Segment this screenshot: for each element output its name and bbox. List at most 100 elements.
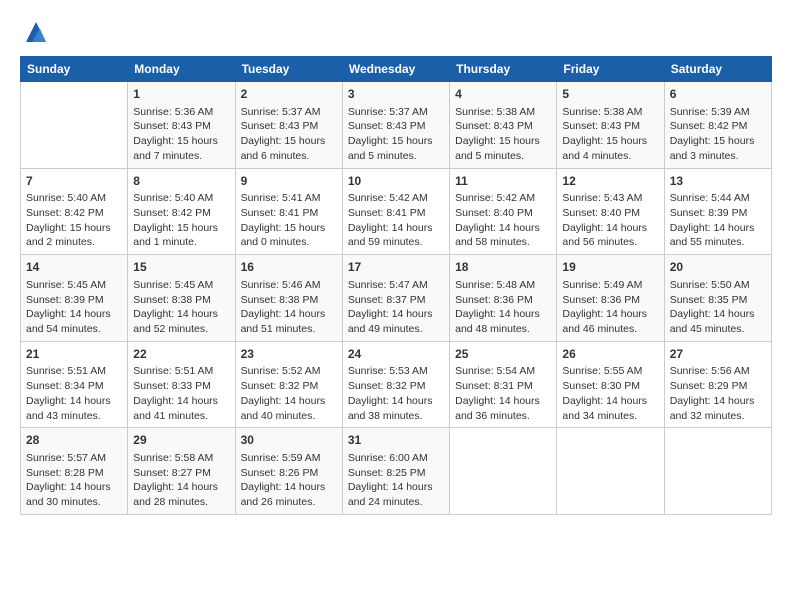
day-number: 29 [133,432,229,449]
calendar-cell: 19Sunrise: 5:49 AMSunset: 8:36 PMDayligh… [557,255,664,342]
header-cell-wednesday: Wednesday [342,57,449,82]
calendar-header: SundayMondayTuesdayWednesdayThursdayFrid… [21,57,772,82]
day-info: Daylight: 14 hours [133,307,229,322]
day-info: Daylight: 15 hours [241,134,337,149]
calendar-cell: 11Sunrise: 5:42 AMSunset: 8:40 PMDayligh… [450,168,557,255]
day-info: and 51 minutes. [241,322,337,337]
calendar-cell: 17Sunrise: 5:47 AMSunset: 8:37 PMDayligh… [342,255,449,342]
day-info: Sunset: 8:39 PM [670,206,766,221]
calendar-cell: 21Sunrise: 5:51 AMSunset: 8:34 PMDayligh… [21,341,128,428]
day-info: and 28 minutes. [133,495,229,510]
day-number: 14 [26,259,122,276]
header-cell-monday: Monday [128,57,235,82]
day-info: Daylight: 14 hours [348,307,444,322]
day-info: Sunrise: 6:00 AM [348,451,444,466]
calendar-cell: 3Sunrise: 5:37 AMSunset: 8:43 PMDaylight… [342,82,449,169]
day-info: Daylight: 14 hours [670,394,766,409]
day-info: and 24 minutes. [348,495,444,510]
day-info: Daylight: 15 hours [241,221,337,236]
day-info: Sunset: 8:26 PM [241,466,337,481]
day-info: Sunrise: 5:55 AM [562,364,658,379]
day-info: Sunset: 8:43 PM [133,119,229,134]
day-number: 31 [348,432,444,449]
day-info: Sunset: 8:42 PM [26,206,122,221]
calendar-cell: 10Sunrise: 5:42 AMSunset: 8:41 PMDayligh… [342,168,449,255]
day-info: Sunset: 8:32 PM [348,379,444,394]
day-number: 15 [133,259,229,276]
day-number: 9 [241,173,337,190]
day-info: Daylight: 14 hours [455,307,551,322]
day-number: 8 [133,173,229,190]
calendar-cell [21,82,128,169]
calendar-cell: 24Sunrise: 5:53 AMSunset: 8:32 PMDayligh… [342,341,449,428]
day-info: Sunrise: 5:57 AM [26,451,122,466]
calendar-cell: 27Sunrise: 5:56 AMSunset: 8:29 PMDayligh… [664,341,771,428]
day-number: 22 [133,346,229,363]
day-info: Sunrise: 5:37 AM [348,105,444,120]
day-info: Sunset: 8:43 PM [562,119,658,134]
day-info: Daylight: 14 hours [455,394,551,409]
day-info: Sunset: 8:34 PM [26,379,122,394]
day-info: and 45 minutes. [670,322,766,337]
calendar-cell: 7Sunrise: 5:40 AMSunset: 8:42 PMDaylight… [21,168,128,255]
day-info: Sunrise: 5:38 AM [562,105,658,120]
day-number: 2 [241,86,337,103]
day-info: Sunrise: 5:39 AM [670,105,766,120]
header-cell-friday: Friday [557,57,664,82]
day-info: Daylight: 14 hours [26,307,122,322]
day-info: Sunrise: 5:47 AM [348,278,444,293]
day-info: and 4 minutes. [562,149,658,164]
day-info: Sunrise: 5:40 AM [26,191,122,206]
day-info: and 56 minutes. [562,235,658,250]
day-info: Daylight: 14 hours [26,480,122,495]
day-number: 23 [241,346,337,363]
day-info: Daylight: 15 hours [26,221,122,236]
day-info: and 1 minute. [133,235,229,250]
day-info: and 41 minutes. [133,409,229,424]
day-info: Sunrise: 5:51 AM [133,364,229,379]
day-number: 13 [670,173,766,190]
day-info: and 38 minutes. [348,409,444,424]
day-info: Sunrise: 5:37 AM [241,105,337,120]
day-info: Sunset: 8:27 PM [133,466,229,481]
day-info: Sunrise: 5:59 AM [241,451,337,466]
day-info: Daylight: 15 hours [348,134,444,149]
day-info: Daylight: 15 hours [455,134,551,149]
day-info: Daylight: 14 hours [241,394,337,409]
calendar-cell: 25Sunrise: 5:54 AMSunset: 8:31 PMDayligh… [450,341,557,428]
day-info: Sunset: 8:33 PM [133,379,229,394]
header-row: SundayMondayTuesdayWednesdayThursdayFrid… [21,57,772,82]
day-info: Sunrise: 5:49 AM [562,278,658,293]
day-info: and 7 minutes. [133,149,229,164]
day-info: Daylight: 14 hours [455,221,551,236]
day-number: 6 [670,86,766,103]
calendar-cell: 5Sunrise: 5:38 AMSunset: 8:43 PMDaylight… [557,82,664,169]
day-info: Sunset: 8:36 PM [562,293,658,308]
day-info: Sunset: 8:25 PM [348,466,444,481]
day-info: Daylight: 14 hours [241,307,337,322]
day-number: 12 [562,173,658,190]
logo-icon [22,18,50,46]
day-info: Sunrise: 5:42 AM [348,191,444,206]
day-info: Sunset: 8:42 PM [133,206,229,221]
week-row-4: 21Sunrise: 5:51 AMSunset: 8:34 PMDayligh… [21,341,772,428]
day-info: Sunrise: 5:42 AM [455,191,551,206]
day-info: and 5 minutes. [348,149,444,164]
day-info: Sunrise: 5:52 AM [241,364,337,379]
day-info: Sunset: 8:41 PM [348,206,444,221]
day-info: and 55 minutes. [670,235,766,250]
calendar-cell: 31Sunrise: 6:00 AMSunset: 8:25 PMDayligh… [342,428,449,515]
calendar-cell: 6Sunrise: 5:39 AMSunset: 8:42 PMDaylight… [664,82,771,169]
calendar-cell: 13Sunrise: 5:44 AMSunset: 8:39 PMDayligh… [664,168,771,255]
day-info: Sunrise: 5:51 AM [26,364,122,379]
day-info: Sunrise: 5:56 AM [670,364,766,379]
day-info: Sunset: 8:37 PM [348,293,444,308]
day-info: Daylight: 14 hours [133,394,229,409]
day-info: Sunrise: 5:44 AM [670,191,766,206]
calendar-cell: 4Sunrise: 5:38 AMSunset: 8:43 PMDaylight… [450,82,557,169]
day-info: Sunset: 8:42 PM [670,119,766,134]
day-number: 1 [133,86,229,103]
day-info: Daylight: 14 hours [670,221,766,236]
logo [20,18,50,46]
day-info: and 40 minutes. [241,409,337,424]
